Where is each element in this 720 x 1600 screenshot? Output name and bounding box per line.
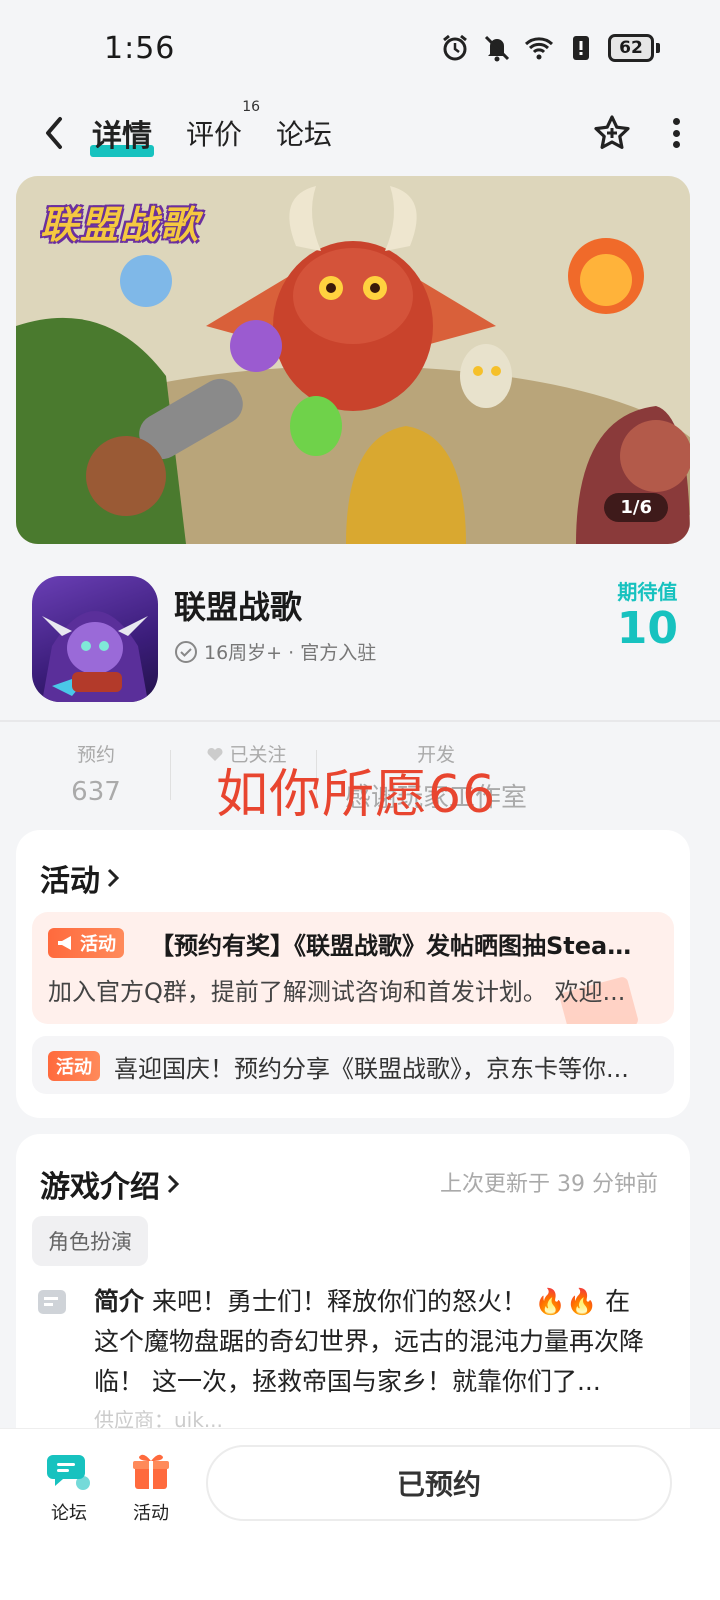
- battery-icon: 62: [608, 34, 660, 62]
- expectation-label: 期待值: [617, 580, 678, 604]
- expectation-value: 10: [616, 603, 678, 654]
- status-bar: 1:56 62: [0, 0, 720, 96]
- forum-chat-icon: [47, 1455, 90, 1490]
- activity-item-1-title: 【预约有奖】《联盟战歌》发帖晒图抽Steam...: [150, 932, 654, 960]
- app-meta: 16周岁+ · 官方入驻: [174, 638, 376, 665]
- stat-reservations: 预约 637: [56, 740, 136, 807]
- status-time: 1:56: [104, 30, 176, 66]
- intro-title-label: 游戏介绍: [40, 1170, 160, 1205]
- activity-tag-1: 活动: [48, 928, 124, 958]
- mute-icon: [484, 35, 510, 62]
- bottom-activity-button[interactable]: 活动: [116, 1449, 186, 1525]
- brief-text[interactable]: 简介 来吧！勇士们！释放你们的怒火！ 🔥🔥 在这个魔物盘踞的奇幻世界，远古的混沌…: [94, 1282, 654, 1402]
- bottom-forum-label: 论坛: [51, 1503, 87, 1524]
- screenshot-banner[interactable]: 联盟战歌 1/6: [16, 176, 690, 544]
- star-plus-icon[interactable]: [592, 113, 632, 153]
- tab-details[interactable]: 详情: [90, 107, 154, 159]
- wifi-icon: [524, 37, 554, 60]
- divider: [0, 720, 720, 722]
- stat-reservations-value: 637: [71, 777, 121, 807]
- verified-check-icon: [175, 640, 197, 663]
- activity-item-1[interactable]: 活动 【预约有奖】《联盟战歌》发帖晒图抽Steam... 加入官方Q群，提前了解…: [32, 912, 674, 1024]
- genre-tag[interactable]: 角色扮演: [32, 1216, 148, 1266]
- activity-tag-2: 活动: [48, 1051, 100, 1081]
- intro-title[interactable]: 游戏介绍: [40, 1162, 180, 1206]
- banner-counter: 1/6: [604, 493, 668, 522]
- more-options-icon[interactable]: [672, 118, 680, 148]
- brief-label: 简介: [94, 1287, 145, 1316]
- banner-logo: 联盟战歌: [40, 203, 201, 247]
- brief-icon: [38, 1290, 66, 1314]
- app-name: 联盟战歌: [174, 588, 303, 626]
- status-icons: 62: [440, 33, 660, 63]
- nav-bar: 详情 评价 16 论坛: [0, 99, 720, 166]
- activity-title-label: 活动: [40, 864, 100, 899]
- expectation-score: 期待值 10: [617, 576, 678, 653]
- app-icon: [32, 576, 158, 702]
- gift-icon: [133, 1454, 169, 1489]
- alarm-icon: [443, 34, 467, 61]
- activity-card: 活动 活动 【预约有奖】《联盟战歌》发帖晒图抽Steam... 加入官方Q群，提…: [16, 830, 690, 1118]
- activity-item-2[interactable]: 活动 喜迎国庆！预约分享《联盟战歌》，京东卡等你...: [32, 1036, 674, 1094]
- back-icon[interactable]: [40, 113, 68, 153]
- app-info: 联盟战歌 16周岁+ · 官方入驻 期待值 10: [0, 560, 720, 720]
- tab-reviews[interactable]: 评价 16: [186, 99, 260, 157]
- chevron-right-icon: [107, 868, 120, 888]
- reserved-button[interactable]: 已预约: [206, 1445, 672, 1521]
- bottom-bar: 论坛 活动 已预约: [0, 1428, 720, 1600]
- megaphone-icon: [58, 936, 71, 950]
- app-meta-text: 16周岁+ · 官方入驻: [204, 642, 377, 664]
- nav-actions: [592, 113, 680, 153]
- battery-level: 62: [608, 34, 654, 62]
- activity-title[interactable]: 活动: [40, 856, 120, 900]
- stat-reservations-label: 预约: [76, 744, 115, 766]
- chevron-right-icon: [167, 1174, 180, 1194]
- tab-forum[interactable]: 论坛: [276, 109, 332, 157]
- activity-item-2-title: 喜迎国庆！预约分享《联盟战歌》，京东卡等你...: [114, 1055, 629, 1083]
- overlay-caption: 如你所愿66: [216, 765, 497, 825]
- tab-reviews-badge: 16: [242, 99, 261, 115]
- tab-reviews-label: 评价: [186, 118, 243, 151]
- alert-icon: [573, 36, 589, 60]
- brief-body: 来吧！勇士们！释放你们的怒火！ 🔥🔥 在这个魔物盘踞的奇幻世界，远古的混沌力量再…: [94, 1287, 645, 1396]
- activity-item-1-desc: 加入官方Q群，提前了解测试咨询和首发计划。 欢迎...: [48, 978, 626, 1006]
- last-updated: 上次更新于 39 分钟前: [440, 1172, 658, 1197]
- bottom-activity-label: 活动: [133, 1503, 169, 1524]
- bottom-forum-button[interactable]: 论坛: [34, 1449, 104, 1525]
